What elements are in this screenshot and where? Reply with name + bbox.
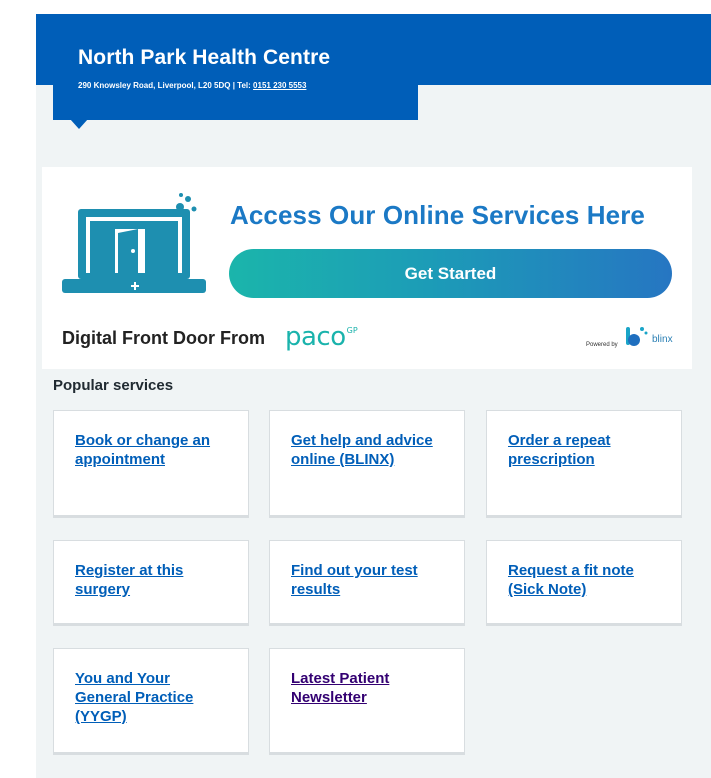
paco-logo-superscript: GP — [346, 326, 358, 335]
front-door-text: Digital Front Door From — [62, 328, 265, 348]
blinx-logo-text: blinx — [652, 334, 673, 345]
organisation-name: North Park Health Centre — [78, 46, 331, 69]
service-card-prescription[interactable]: Order a repeat prescription — [486, 410, 682, 518]
paco-logo-text: paco — [285, 322, 346, 352]
popular-services-heading: Popular services — [53, 377, 174, 394]
service-card-register[interactable]: Register at this surgery — [53, 540, 249, 626]
service-card-test-results[interactable]: Find out your test results — [269, 540, 465, 626]
banner-heading: Access Our Online Services Here — [230, 200, 645, 230]
service-link[interactable]: Get help and advice online (BLINX) — [291, 431, 444, 469]
service-card-fit-note[interactable]: Request a fit note (Sick Note) — [486, 540, 682, 626]
service-card-newsletter[interactable]: Latest Patient Newsletter — [269, 648, 465, 755]
online-services-banner[interactable]: Access Our Online Services Here Get Star… — [42, 167, 692, 369]
service-link[interactable]: Order a repeat prescription — [508, 431, 661, 469]
service-link[interactable]: Book or change an appointment — [75, 431, 228, 469]
service-card-yygp[interactable]: You and Your General Practice (YYGP) — [53, 648, 249, 755]
header-pointer — [70, 119, 88, 129]
service-card-blinx[interactable]: Get help and advice online (BLINX) — [269, 410, 465, 518]
service-link[interactable]: Find out your test results — [291, 561, 444, 599]
address-text: 290 Knowsley Road, Liverpool, L20 5DQ | … — [78, 81, 251, 90]
paco-logo: pacoGP — [285, 322, 358, 352]
organisation-header: North Park Health Centre 290 Knowsley Ro… — [53, 28, 418, 120]
laptop-door-icon — [62, 193, 206, 293]
phone-link[interactable]: 0151 230 5553 — [253, 81, 306, 90]
service-link[interactable]: Register at this surgery — [75, 561, 228, 599]
service-card-appointment[interactable]: Book or change an appointment — [53, 410, 249, 518]
blinx-logo-icon — [626, 327, 648, 346]
organisation-address: 290 Knowsley Road, Liverpool, L20 5DQ | … — [78, 81, 418, 90]
service-link[interactable]: Request a fit note (Sick Note) — [508, 561, 661, 599]
get-started-button[interactable]: Get Started — [229, 249, 672, 298]
service-link[interactable]: Latest Patient Newsletter — [291, 669, 444, 707]
powered-by-text: Powered by — [586, 342, 618, 348]
service-link[interactable]: You and Your General Practice (YYGP) — [75, 669, 228, 726]
